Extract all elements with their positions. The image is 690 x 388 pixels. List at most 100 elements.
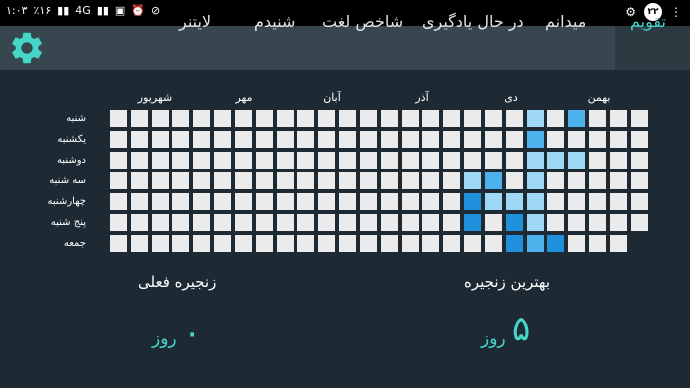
- calendar-day-cell[interactable]: [547, 172, 564, 189]
- calendar-day-cell[interactable]: [110, 152, 127, 169]
- calendar-day-cell[interactable]: [589, 235, 606, 252]
- calendar-day-cell[interactable]: [277, 110, 294, 127]
- calendar-day-cell[interactable]: [422, 214, 439, 231]
- calendar-day-cell[interactable]: [610, 193, 627, 210]
- calendar-day-cell[interactable]: [193, 193, 210, 210]
- calendar-day-cell[interactable]: [402, 235, 419, 252]
- calendar-day-cell[interactable]: [256, 152, 273, 169]
- calendar-day-cell[interactable]: [631, 214, 648, 231]
- calendar-day-cell[interactable]: [464, 214, 481, 231]
- tab-heard[interactable]: شنیدم: [254, 10, 295, 34]
- calendar-day-cell[interactable]: [256, 193, 273, 210]
- calendar-day-cell[interactable]: [297, 193, 314, 210]
- calendar-day-cell[interactable]: [443, 131, 460, 148]
- calendar-day-cell[interactable]: [610, 235, 627, 252]
- calendar-day-cell[interactable]: [277, 214, 294, 231]
- calendar-day-cell[interactable]: [339, 131, 356, 148]
- calendar-day-cell[interactable]: [193, 235, 210, 252]
- calendar-day-cell[interactable]: [318, 172, 335, 189]
- calendar-day-cell[interactable]: [485, 172, 502, 189]
- calendar-day-cell[interactable]: [214, 193, 231, 210]
- calendar-day-cell[interactable]: [110, 110, 127, 127]
- calendar-day-cell[interactable]: [568, 172, 585, 189]
- calendar-day-cell[interactable]: [547, 110, 564, 127]
- calendar-day-cell[interactable]: [381, 131, 398, 148]
- calendar-day-cell[interactable]: [568, 152, 585, 169]
- calendar-day-cell[interactable]: [527, 214, 544, 231]
- calendar-day-cell[interactable]: [131, 172, 148, 189]
- calendar-day-cell[interactable]: [381, 152, 398, 169]
- calendar-day-cell[interactable]: [297, 172, 314, 189]
- calendar-day-cell[interactable]: [568, 193, 585, 210]
- calendar-day-cell[interactable]: [443, 152, 460, 169]
- calendar-day-cell[interactable]: [235, 110, 252, 127]
- calendar-day-cell[interactable]: [443, 193, 460, 210]
- calendar-day-cell[interactable]: [422, 235, 439, 252]
- calendar-day-cell[interactable]: [402, 214, 419, 231]
- calendar-day-cell[interactable]: [152, 131, 169, 148]
- calendar-day-cell[interactable]: [506, 214, 523, 231]
- calendar-day-cell[interactable]: [506, 152, 523, 169]
- calendar-day-cell[interactable]: [402, 152, 419, 169]
- calendar-day-cell[interactable]: [110, 235, 127, 252]
- calendar-day-cell[interactable]: [297, 110, 314, 127]
- calendar-day-cell[interactable]: [443, 172, 460, 189]
- calendar-day-cell[interactable]: [360, 214, 377, 231]
- calendar-day-cell[interactable]: [547, 152, 564, 169]
- calendar-day-cell[interactable]: [381, 235, 398, 252]
- calendar-day-cell[interactable]: [110, 214, 127, 231]
- calendar-day-cell[interactable]: [443, 235, 460, 252]
- calendar-day-cell[interactable]: [235, 152, 252, 169]
- calendar-day-cell[interactable]: [318, 152, 335, 169]
- calendar-day-cell[interactable]: [214, 214, 231, 231]
- calendar-day-cell[interactable]: [339, 172, 356, 189]
- calendar-day-cell[interactable]: [547, 235, 564, 252]
- calendar-day-cell[interactable]: [464, 131, 481, 148]
- calendar-day-cell[interactable]: [172, 193, 189, 210]
- calendar-day-cell[interactable]: [610, 131, 627, 148]
- calendar-day-cell[interactable]: [277, 131, 294, 148]
- calendar-day-cell[interactable]: [527, 172, 544, 189]
- tab-known[interactable]: میدانم: [545, 10, 586, 34]
- calendar-day-cell[interactable]: [110, 131, 127, 148]
- calendar-day-cell[interactable]: [464, 193, 481, 210]
- calendar-day-cell[interactable]: [339, 193, 356, 210]
- calendar-day-cell[interactable]: [193, 152, 210, 169]
- calendar-day-cell[interactable]: [610, 152, 627, 169]
- calendar-day-cell[interactable]: [547, 131, 564, 148]
- calendar-day-cell[interactable]: [360, 110, 377, 127]
- calendar-day-cell[interactable]: [131, 131, 148, 148]
- calendar-day-cell[interactable]: [422, 172, 439, 189]
- calendar-day-cell[interactable]: [589, 110, 606, 127]
- calendar-day-cell[interactable]: [152, 235, 169, 252]
- calendar-day-cell[interactable]: [464, 235, 481, 252]
- calendar-day-cell[interactable]: [610, 172, 627, 189]
- calendar-day-cell[interactable]: [506, 172, 523, 189]
- tab-word-index[interactable]: شاخص لغت: [322, 10, 403, 34]
- calendar-day-cell[interactable]: [422, 152, 439, 169]
- calendar-day-cell[interactable]: [485, 131, 502, 148]
- calendar-day-cell[interactable]: [360, 152, 377, 169]
- calendar-day-cell[interactable]: [443, 214, 460, 231]
- calendar-day-cell[interactable]: [568, 131, 585, 148]
- calendar-day-cell[interactable]: [464, 110, 481, 127]
- calendar-day-cell[interactable]: [631, 193, 648, 210]
- calendar-day-cell[interactable]: [172, 235, 189, 252]
- calendar-day-cell[interactable]: [214, 172, 231, 189]
- calendar-day-cell[interactable]: [318, 131, 335, 148]
- calendar-day-cell[interactable]: [172, 110, 189, 127]
- calendar-day-cell[interactable]: [360, 235, 377, 252]
- calendar-day-cell[interactable]: [339, 110, 356, 127]
- calendar-day-cell[interactable]: [631, 131, 648, 148]
- calendar-day-cell[interactable]: [527, 235, 544, 252]
- calendar-day-cell[interactable]: [256, 131, 273, 148]
- calendar-day-cell[interactable]: [610, 214, 627, 231]
- calendar-day-cell[interactable]: [527, 110, 544, 127]
- calendar-day-cell[interactable]: [360, 172, 377, 189]
- calendar-day-cell[interactable]: [485, 110, 502, 127]
- calendar-day-cell[interactable]: [589, 214, 606, 231]
- calendar-day-cell[interactable]: [235, 235, 252, 252]
- calendar-day-cell[interactable]: [589, 193, 606, 210]
- calendar-day-cell[interactable]: [277, 235, 294, 252]
- calendar-day-cell[interactable]: [547, 214, 564, 231]
